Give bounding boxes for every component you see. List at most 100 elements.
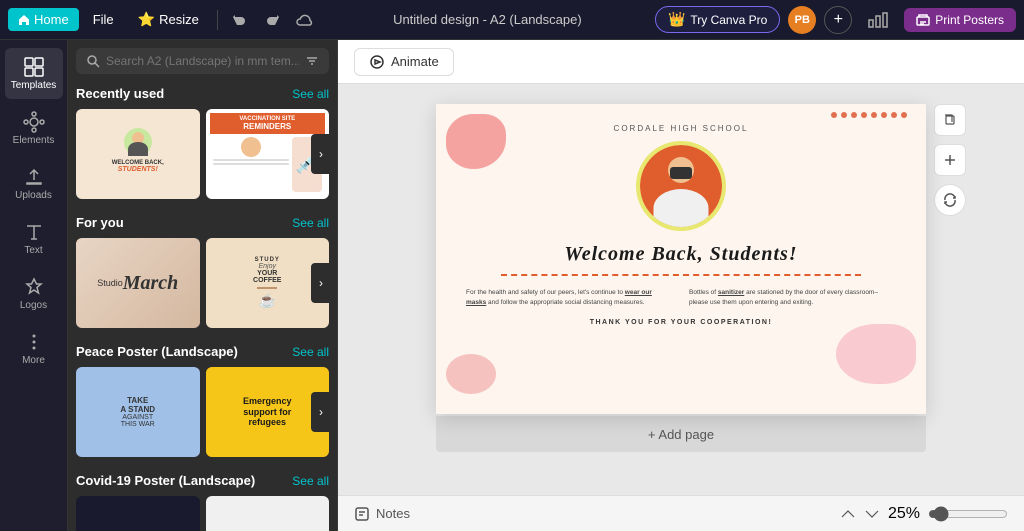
notes-button[interactable]: Notes <box>354 506 410 522</box>
sidebar-item-uploads[interactable]: Uploads <box>5 158 63 209</box>
try-pro-label: Try Canva Pro <box>690 13 767 27</box>
sidebar-item-more[interactable]: More <box>5 323 63 374</box>
print-posters-button[interactable]: Print Posters <box>904 8 1016 32</box>
dot-1 <box>831 112 837 118</box>
redo-button[interactable] <box>258 8 286 32</box>
nav-right-actions: 👑 Try Canva Pro PB + Print Posters <box>655 6 1016 34</box>
template-welcome-students[interactable]: WELCOME BACK, STUDENTS! <box>76 109 200 199</box>
resize-label: Resize <box>159 12 199 27</box>
dot-8 <box>901 112 907 118</box>
undo-button[interactable] <box>226 8 254 32</box>
recently-used-next-arrow[interactable]: › <box>311 134 331 174</box>
filter-icon <box>305 54 319 68</box>
school-name: CORDALE HIGH SCHOOL <box>456 124 906 133</box>
copy-page-button[interactable] <box>934 104 966 136</box>
peace-next-arrow[interactable]: › <box>311 392 331 432</box>
template-take-stand[interactable]: TAKE A STAND AGAINST THIS WAR <box>76 367 200 457</box>
poster-left-text: For the health and safety of our peers, … <box>466 289 652 306</box>
covid-poster-title: Covid-19 Poster (Landscape) <box>76 473 255 488</box>
poster-thank-you: THANK YOU FOR YOUR COOPERATION! <box>456 319 906 326</box>
poster-underline <box>501 274 861 276</box>
for-you-next-arrow[interactable]: › <box>311 263 331 303</box>
file-button[interactable]: File <box>83 8 124 31</box>
peace-poster-title: Peace Poster (Landscape) <box>76 344 238 359</box>
search-bar <box>76 48 329 74</box>
canvas-page-wrapper: CORDALE HIGH SCHOOL <box>436 104 926 452</box>
try-pro-button[interactable]: 👑 Try Canva Pro <box>655 6 780 33</box>
file-label: File <box>93 12 114 27</box>
sidebar-item-templates[interactable]: Templates <box>5 48 63 99</box>
poster-avatar-wrap <box>456 141 906 231</box>
bottom-bar: Notes 25% <box>338 495 1024 531</box>
plus-button[interactable]: + <box>824 6 852 34</box>
canvas-scroll[interactable]: CORDALE HIGH SCHOOL <box>338 84 1024 531</box>
print-label: Print Posters <box>935 13 1004 27</box>
add-element-button[interactable] <box>934 144 966 176</box>
poster-body-right: Bottles of sanitizer are stationed by th… <box>689 288 896 309</box>
recently-used-title: Recently used <box>76 86 164 101</box>
covid-see-all[interactable]: See all <box>292 474 329 488</box>
home-button[interactable]: Home <box>8 8 79 31</box>
icon-sidebar: Templates Elements Uploads Text Logos Mo… <box>0 40 68 531</box>
more-label: More <box>22 355 45 366</box>
dot-4 <box>861 112 867 118</box>
dot-3 <box>851 112 857 118</box>
notes-icon <box>354 506 370 522</box>
logos-label: Logos <box>20 300 47 311</box>
sidebar-item-logos[interactable]: Logos <box>5 268 63 319</box>
zoom-controls: 25% <box>840 505 1008 523</box>
elements-label: Elements <box>13 135 55 146</box>
poster-headline: Welcome Back, Students! <box>456 243 906 266</box>
resize-button[interactable]: ⭐ Resize <box>128 7 209 32</box>
pink-bottom-shape <box>446 354 496 394</box>
dot-5 <box>871 112 877 118</box>
poster-body-text: For the health and safety of our peers, … <box>456 288 906 309</box>
template-covid-2[interactable]: COVID-19 INFO <box>206 496 330 531</box>
for-you-title: For you <box>76 215 124 230</box>
canvas-toolbar: Animate <box>338 40 1024 84</box>
peace-poster-grid: TAKE A STAND AGAINST THIS WAR Emergencys… <box>76 367 329 457</box>
chevron-down-icon <box>864 509 880 519</box>
recently-used-grid: WELCOME BACK, STUDENTS! VACCINATION SITE… <box>76 109 329 199</box>
sanitizer-text: sanitizer <box>718 289 744 296</box>
covid-section-header: Covid-19 Poster (Landscape) See all <box>76 473 329 488</box>
animate-button[interactable]: Animate <box>354 48 454 76</box>
poster-background: CORDALE HIGH SCHOOL <box>436 104 926 414</box>
text-label: Text <box>24 245 42 256</box>
template-covid-1[interactable]: CORONAVIRUS <box>76 496 200 531</box>
wear-masks-text: wear our masks <box>466 289 652 306</box>
recently-used-section-header: Recently used See all <box>76 86 329 101</box>
template-studio-march[interactable]: Studio March <box>76 238 200 328</box>
poster-avatar-circle <box>636 141 726 231</box>
main-layout: Templates Elements Uploads Text Logos Mo… <box>0 40 1024 531</box>
notes-label: Notes <box>376 506 410 521</box>
refresh-button[interactable] <box>934 184 966 216</box>
document-title: Untitled design - A2 (Landscape) <box>324 12 651 27</box>
canvas-page[interactable]: CORDALE HIGH SCHOOL <box>436 104 926 414</box>
templates-panel: Recently used See all WELCOME BACK, STUD… <box>68 40 338 531</box>
cloud-save-button[interactable] <box>290 9 320 31</box>
orange-dots-decoration <box>831 112 911 118</box>
search-input[interactable] <box>106 54 299 68</box>
templates-label: Templates <box>11 80 57 91</box>
avatar[interactable]: PB <box>788 6 816 34</box>
animate-icon <box>369 54 385 70</box>
uploads-label: Uploads <box>15 190 52 201</box>
poster-body-left: For the health and safety of our peers, … <box>466 288 673 309</box>
chevron-up-icon <box>840 509 856 519</box>
for-you-see-all[interactable]: See all <box>292 216 329 230</box>
zoom-slider[interactable] <box>928 506 1008 522</box>
zoom-level: 25% <box>888 505 920 523</box>
home-label: Home <box>34 12 69 27</box>
recently-used-see-all[interactable]: See all <box>292 87 329 101</box>
poster-right-text: Bottles of sanitizer are stationed by th… <box>689 289 878 306</box>
page-controls <box>934 104 966 176</box>
top-navigation: Home File ⭐ Resize Untitled design - A2 … <box>0 0 1024 40</box>
peace-poster-see-all[interactable]: See all <box>292 345 329 359</box>
analytics-button[interactable] <box>860 8 896 32</box>
pink-right-shape <box>836 324 916 384</box>
add-page-bar[interactable]: + Add page <box>436 416 926 452</box>
sidebar-item-elements[interactable]: Elements <box>5 103 63 154</box>
sidebar-item-text[interactable]: Text <box>5 213 63 264</box>
for-you-grid: Studio March STUDY Enjoy YOUR COFFEE ☕ <box>76 238 329 328</box>
